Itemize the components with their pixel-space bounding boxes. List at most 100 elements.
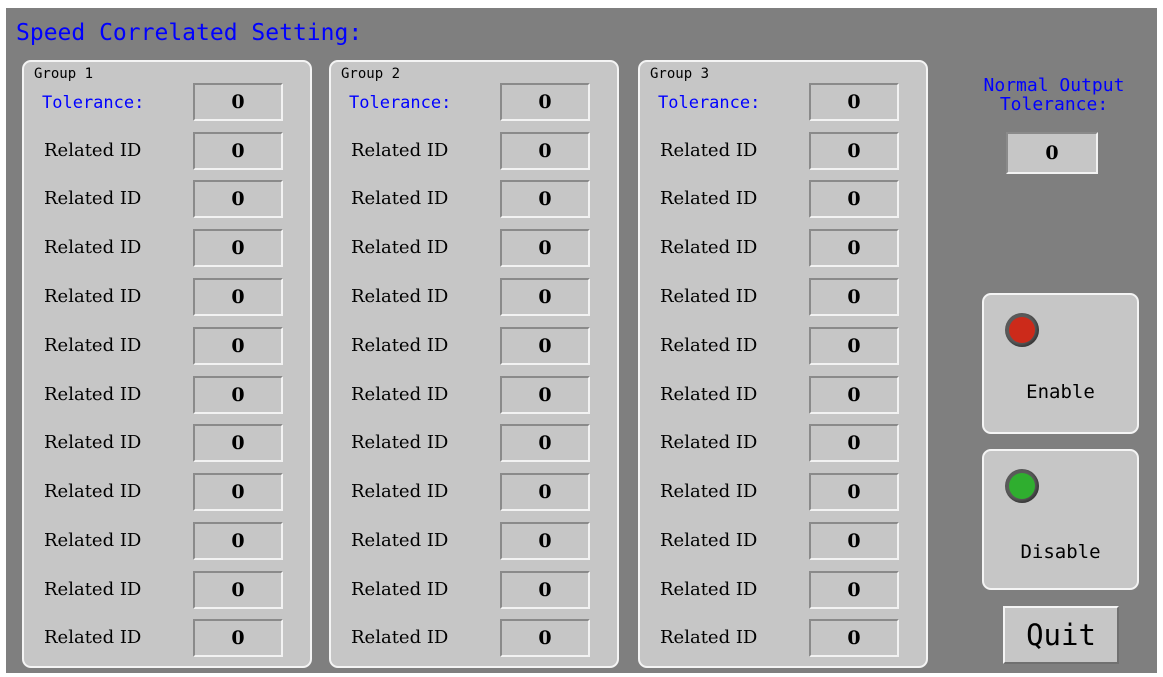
enable-button[interactable]: Enable xyxy=(982,293,1139,434)
related-id-row: Related ID 0 xyxy=(640,130,926,170)
related-id-field[interactable]: 0 xyxy=(809,522,899,560)
related-id-field[interactable]: 0 xyxy=(809,132,899,170)
related-id-label: Related ID xyxy=(660,140,758,161)
group-panel-3: Group 3 Tolerance: 0 Related ID 0 Related ID 0… xyxy=(638,60,928,668)
related-id-row: Related ID 0 xyxy=(24,520,310,560)
related-id-label: Related ID xyxy=(44,335,142,356)
group-title: Group 2 xyxy=(341,66,401,82)
related-id-field[interactable]: 0 xyxy=(193,424,283,462)
tolerance-field[interactable]: 0 xyxy=(809,83,899,121)
related-id-field[interactable]: 0 xyxy=(500,522,590,560)
disable-lamp-light xyxy=(1009,473,1035,499)
related-id-label: Related ID xyxy=(44,237,142,258)
group-title: Group 3 xyxy=(650,66,710,82)
related-id-field[interactable]: 0 xyxy=(809,619,899,657)
related-id-label: Related ID xyxy=(660,286,758,307)
related-id-field[interactable]: 0 xyxy=(809,424,899,462)
related-id-row: Related ID 0 xyxy=(640,178,926,218)
related-id-row: Related ID 0 xyxy=(24,569,310,609)
related-id-field[interactable]: 0 xyxy=(193,180,283,218)
related-id-row: Related ID 0 xyxy=(331,374,617,414)
normal-output-tolerance-label: Normal Output Tolerance: xyxy=(956,76,1152,114)
related-id-field[interactable]: 0 xyxy=(193,278,283,316)
quit-button[interactable]: Quit xyxy=(1003,606,1119,664)
related-id-label: Related ID xyxy=(660,627,758,648)
related-id-field[interactable]: 0 xyxy=(193,473,283,511)
related-id-row: Related ID 0 xyxy=(331,276,617,316)
related-id-row: Related ID 0 xyxy=(640,520,926,560)
related-id-label: Related ID xyxy=(44,286,142,307)
disable-button-label: Disable xyxy=(1020,541,1101,563)
related-id-row: Related ID 0 xyxy=(331,617,617,657)
related-id-field[interactable]: 0 xyxy=(809,473,899,511)
related-id-label: Related ID xyxy=(351,140,449,161)
related-id-row: Related ID 0 xyxy=(640,276,926,316)
related-id-row: Related ID 0 xyxy=(331,422,617,462)
related-id-field[interactable]: 0 xyxy=(500,473,590,511)
related-id-label: Related ID xyxy=(351,530,449,551)
normal-output-tolerance-field[interactable]: 0 xyxy=(1006,132,1098,174)
related-id-field[interactable]: 0 xyxy=(500,424,590,462)
related-id-label: Related ID xyxy=(660,432,758,453)
related-id-row: Related ID 0 xyxy=(331,325,617,365)
group-title: Group 1 xyxy=(34,66,94,82)
tolerance-label: Tolerance: xyxy=(42,93,145,113)
related-id-field[interactable]: 0 xyxy=(193,327,283,365)
related-id-row: Related ID 0 xyxy=(331,130,617,170)
related-id-field[interactable]: 0 xyxy=(500,180,590,218)
related-id-field[interactable]: 0 xyxy=(809,571,899,609)
related-id-row: Related ID 0 xyxy=(640,422,926,462)
related-id-label: Related ID xyxy=(44,579,142,600)
disable-button[interactable]: Disable xyxy=(982,449,1139,590)
related-id-label: Related ID xyxy=(351,481,449,502)
group-panel-1: Group 1 Tolerance: 0 Related ID 0 Related ID 0… xyxy=(22,60,312,668)
related-id-label: Related ID xyxy=(44,530,142,551)
related-id-field[interactable]: 0 xyxy=(809,327,899,365)
group-panel-2: Group 2 Tolerance: 0 Related ID 0 Related ID 0… xyxy=(329,60,619,668)
related-id-field[interactable]: 0 xyxy=(193,619,283,657)
related-id-row: Related ID 0 xyxy=(640,569,926,609)
related-id-label: Related ID xyxy=(351,188,449,209)
related-id-field[interactable]: 0 xyxy=(809,180,899,218)
related-id-field[interactable]: 0 xyxy=(809,229,899,267)
related-id-field[interactable]: 0 xyxy=(500,278,590,316)
related-id-field[interactable]: 0 xyxy=(500,376,590,414)
related-id-field[interactable]: 0 xyxy=(809,376,899,414)
related-id-field[interactable]: 0 xyxy=(500,571,590,609)
related-id-field[interactable]: 0 xyxy=(193,376,283,414)
related-id-row: Related ID 0 xyxy=(640,374,926,414)
related-id-field[interactable]: 0 xyxy=(500,619,590,657)
related-id-label: Related ID xyxy=(44,140,142,161)
related-id-field[interactable]: 0 xyxy=(193,229,283,267)
related-id-field[interactable]: 0 xyxy=(500,229,590,267)
tolerance-field[interactable]: 0 xyxy=(500,83,590,121)
related-id-row: Related ID 0 xyxy=(24,617,310,657)
related-id-field[interactable]: 0 xyxy=(193,522,283,560)
related-id-field[interactable]: 0 xyxy=(193,571,283,609)
enable-lamp-light xyxy=(1009,317,1035,343)
related-id-field[interactable]: 0 xyxy=(809,278,899,316)
tolerance-row: Tolerance: 0 xyxy=(331,81,617,121)
related-id-label: Related ID xyxy=(351,579,449,600)
enable-button-label: Enable xyxy=(1026,381,1095,403)
related-id-row: Related ID 0 xyxy=(331,520,617,560)
related-id-row: Related ID 0 xyxy=(24,227,310,267)
related-id-row: Related ID 0 xyxy=(24,422,310,462)
tolerance-field[interactable]: 0 xyxy=(193,83,283,121)
related-id-field[interactable]: 0 xyxy=(500,327,590,365)
related-id-row: Related ID 0 xyxy=(640,617,926,657)
tolerance-row: Tolerance: 0 xyxy=(24,81,310,121)
related-id-label: Related ID xyxy=(351,237,449,258)
related-id-field[interactable]: 0 xyxy=(500,132,590,170)
normal-output-label-line2: Tolerance: xyxy=(999,94,1109,115)
related-id-field[interactable]: 0 xyxy=(193,132,283,170)
related-id-label: Related ID xyxy=(44,432,142,453)
related-id-label: Related ID xyxy=(351,335,449,356)
normal-output-label-line1: Normal Output xyxy=(983,75,1125,96)
tolerance-row: Tolerance: 0 xyxy=(640,81,926,121)
related-id-label: Related ID xyxy=(660,188,758,209)
tolerance-label: Tolerance: xyxy=(349,93,452,113)
related-id-row: Related ID 0 xyxy=(640,471,926,511)
related-id-row: Related ID 0 xyxy=(331,569,617,609)
related-id-label: Related ID xyxy=(351,432,449,453)
